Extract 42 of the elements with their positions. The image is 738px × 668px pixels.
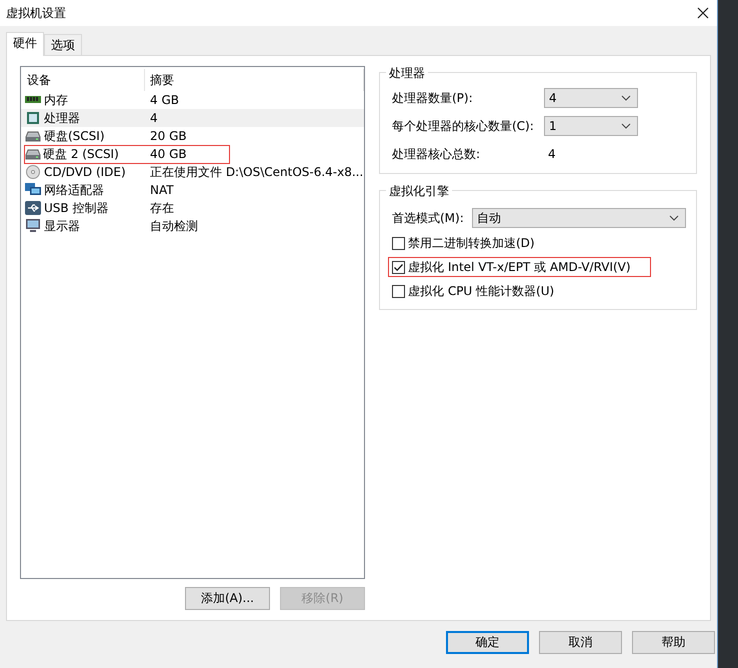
device-row[interactable]: 处理器 4 — [21, 109, 364, 127]
checkbox-option[interactable]: 虚拟化 CPU 性能计数器(U) — [388, 281, 651, 301]
dialog-button[interactable]: 帮助 — [632, 631, 715, 654]
field-label: 每个处理器的核心数量(C): — [392, 118, 535, 134]
tab[interactable]: 硬件 — [6, 32, 44, 56]
dropdown[interactable]: 自动 — [472, 208, 686, 228]
chevron-down-icon — [621, 95, 631, 101]
device-row[interactable]: 内存 4 GB — [21, 91, 364, 109]
dialog-button[interactable]: 取消 — [539, 631, 622, 654]
disk-drive-icon — [25, 147, 41, 161]
field-label: 处理器数量(P): — [392, 90, 474, 106]
chevron-down-icon — [669, 215, 679, 221]
usb-icon — [25, 201, 41, 215]
column-header[interactable]: 设备 — [21, 69, 145, 91]
device-row[interactable]: 硬盘(SCSI) 20 GB — [21, 127, 364, 145]
device-row[interactable]: 网络适配器 NAT — [21, 181, 364, 199]
monitor-icon — [25, 219, 41, 233]
checkbox[interactable] — [392, 236, 405, 250]
dropdown[interactable]: 4 — [544, 88, 638, 108]
field-label: 首选模式(M): — [392, 210, 465, 226]
device-row[interactable]: USB 控制器 存在 — [21, 199, 364, 217]
chevron-down-icon — [621, 123, 631, 129]
dropdown[interactable]: 1 — [544, 116, 638, 136]
close-icon[interactable] — [697, 7, 709, 19]
chip-icon — [25, 111, 41, 125]
field-label: 处理器核心总数: — [392, 146, 482, 162]
disk-drive-icon — [25, 129, 41, 143]
checkbox[interactable] — [392, 284, 405, 298]
checkbox[interactable] — [392, 260, 405, 274]
dialog-button[interactable]: 添加(A)... — [185, 587, 270, 610]
window-title: 虚拟机设置 — [6, 4, 66, 22]
checkbox-option[interactable]: 虚拟化 Intel VT-x/EPT 或 AMD-V/RVI(V) — [388, 257, 651, 277]
disc-icon — [25, 165, 41, 179]
group-title: 虚拟化引擎 — [386, 183, 452, 200]
checkbox-option[interactable]: 禁用二进制转换加速(D) — [388, 233, 651, 253]
device-row[interactable]: CD/DVD (IDE) 正在使用文件 D:\OS\CentOS-6.4-x8... — [21, 163, 364, 181]
device-row[interactable]: 显示器 自动检测 — [21, 217, 364, 235]
dialog-button[interactable]: 确定 — [446, 631, 529, 654]
column-header[interactable]: 摘要 — [145, 69, 364, 91]
field-value: 4 — [547, 147, 556, 161]
tab[interactable]: 选项 — [44, 34, 82, 55]
network-icon — [25, 183, 41, 197]
